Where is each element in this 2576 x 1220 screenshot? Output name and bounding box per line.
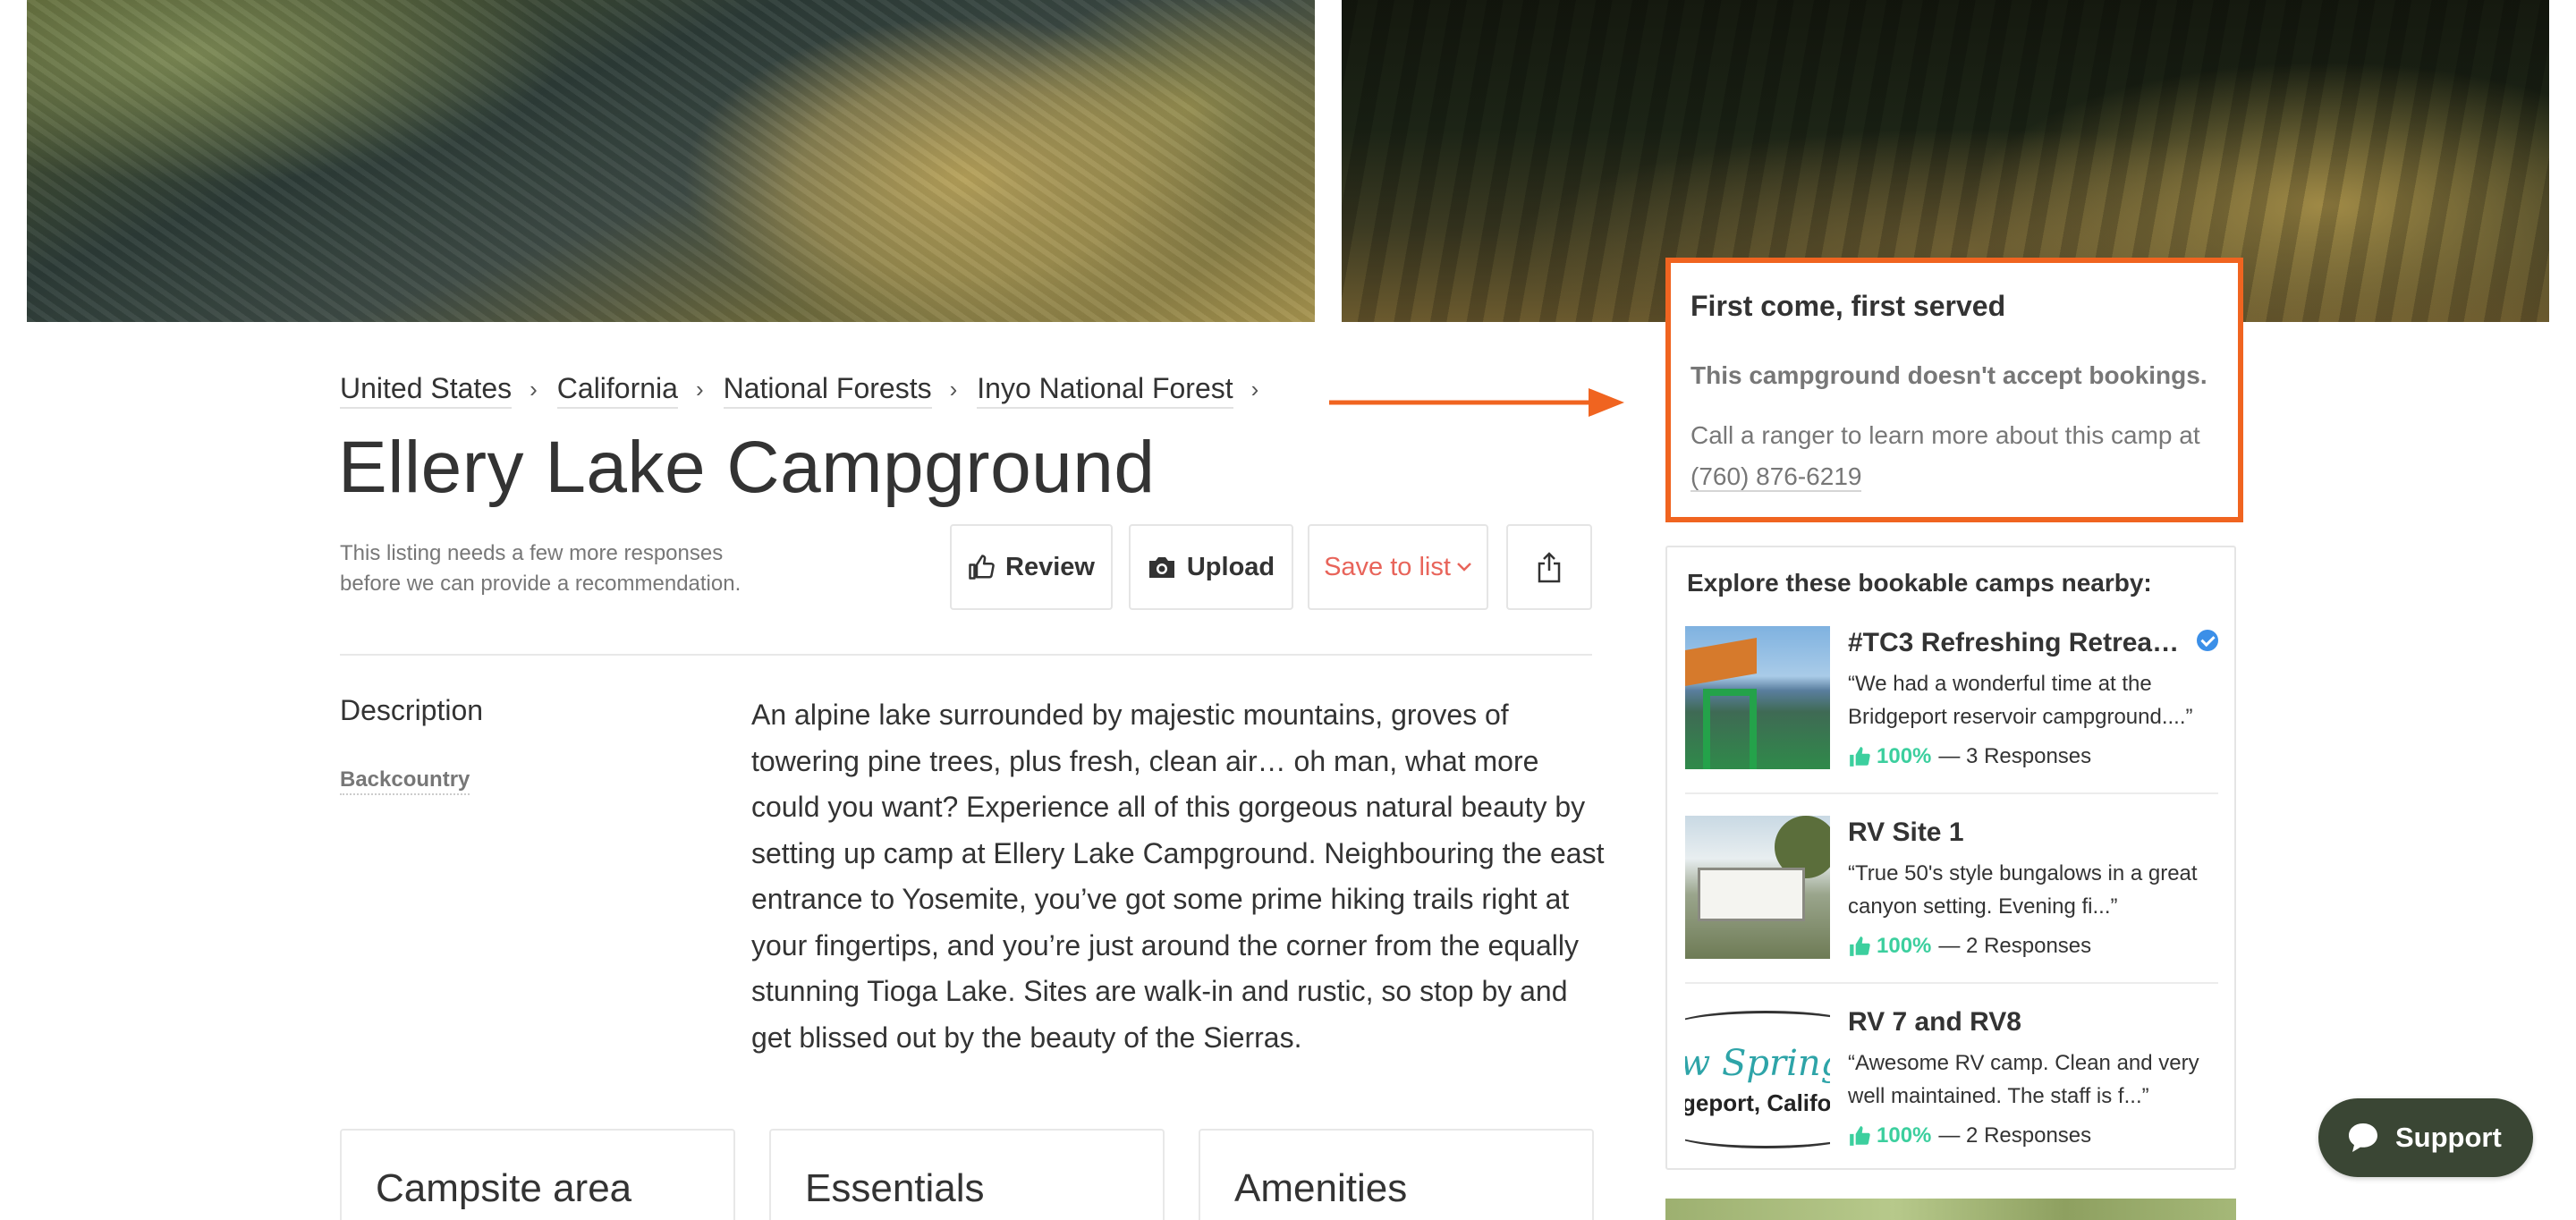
rating-percent: 100%: [1877, 934, 1932, 958]
camp-name[interactable]: #TC3 Refreshing Retreat T...: [1848, 628, 2188, 658]
card-title: Essentials: [805, 1166, 985, 1210]
description-text: An alpine lake surrounded by majestic mo…: [751, 699, 1605, 1054]
response-count: — 2 Responses: [1938, 934, 2092, 958]
upload-button[interactable]: Upload: [1129, 524, 1293, 610]
camp-rating: 100% — 2 Responses: [1848, 1123, 2091, 1148]
camp-rating: 100% — 2 Responses: [1848, 934, 2091, 959]
share-icon: [1538, 552, 1561, 583]
page: United States › California › National Fo…: [0, 0, 2576, 1220]
verified-check-icon: [2197, 630, 2218, 651]
chevron-right-icon: ›: [1250, 376, 1259, 402]
breadcrumb-national-forests[interactable]: National Forests: [723, 372, 932, 409]
response-count: — 3 Responses: [1938, 744, 2092, 768]
rating-percent: 100%: [1877, 744, 1932, 768]
support-button[interactable]: Support: [2318, 1098, 2533, 1177]
review-button-label: Review: [1005, 552, 1095, 581]
chevron-right-icon: ›: [695, 376, 704, 402]
thumbs-up-icon: [1850, 936, 1870, 956]
booking-box-title: First come, first served: [1690, 290, 2006, 322]
breadcrumb: United States › California › National Fo…: [340, 372, 1278, 409]
camp-review-quote: “Awesome RV camp. Clean and very well ma…: [1848, 1051, 2199, 1108]
chat-bubble-icon: [2349, 1123, 2377, 1152]
thumbnail-logo-text: w Springs: [1685, 1043, 1830, 1084]
save-to-list-label: Save to list: [1324, 552, 1451, 581]
nearby-camps-panel: Explore these bookable camps nearby: #TC…: [1665, 546, 2236, 1170]
ranger-phone-link[interactable]: (760) 876-6219: [1690, 462, 1862, 492]
chevron-right-icon: ›: [530, 376, 538, 402]
listing-note: This listing needs a few more responses …: [340, 541, 741, 596]
backcountry-tag[interactable]: Backcountry: [340, 767, 470, 795]
amenities-card: Amenities: [1199, 1129, 1594, 1220]
breadcrumb-united-states[interactable]: United States: [340, 372, 513, 409]
nearby-camp-item[interactable]: RV Site 1 “True 50's style bungalows in …: [1685, 816, 2218, 1002]
breadcrumb-inyo-national-forest[interactable]: Inyo National Forest: [977, 372, 1233, 409]
chevron-down-icon: [1457, 563, 1471, 572]
booking-box-subtitle: This campground doesn't accept bookings.: [1690, 361, 2207, 389]
camp-thumbnail[interactable]: [1685, 626, 1830, 769]
support-label: Support: [2395, 1122, 2502, 1153]
camp-name[interactable]: RV Site 1: [1848, 818, 2188, 848]
camp-rating: 100% — 3 Responses: [1848, 744, 2091, 769]
save-to-list-button[interactable]: Save to list: [1308, 524, 1488, 610]
divider: [340, 654, 1592, 656]
card-title: Amenities: [1234, 1166, 1408, 1210]
nearby-photo-preview[interactable]: [1665, 1199, 2236, 1220]
nearby-heading: Explore these bookable camps nearby:: [1687, 569, 2152, 597]
description-label: Description: [340, 694, 484, 726]
booking-box-message: Call a ranger to learn more about this c…: [1690, 421, 2200, 449]
thumbs-up-icon: [1850, 747, 1870, 767]
booking-info-box: First come, first served This campground…: [1665, 258, 2243, 522]
breadcrumb-california[interactable]: California: [556, 372, 678, 409]
upload-button-label: Upload: [1186, 552, 1275, 581]
hero-photo-left[interactable]: [27, 0, 1315, 322]
essentials-card: Essentials: [769, 1129, 1165, 1220]
booking-box-text: Call a ranger to learn more about this c…: [1690, 415, 2227, 497]
nearby-camp-item[interactable]: w Springs geport, Califo RV 7 and RV8 “A…: [1685, 1005, 2218, 1191]
review-button[interactable]: Review: [950, 524, 1113, 610]
camp-thumbnail[interactable]: [1685, 816, 1830, 959]
card-title: Campsite area: [376, 1166, 632, 1210]
divider: [1685, 792, 2218, 794]
response-count: — 2 Responses: [1938, 1123, 2092, 1148]
campsite-area-card: Campsite area: [340, 1129, 735, 1220]
nearby-camp-item[interactable]: #TC3 Refreshing Retreat T... “We had a w…: [1685, 626, 2218, 812]
page-title: Ellery Lake Campground: [338, 427, 1156, 508]
camp-review-quote: “True 50's style bungalows in a great ca…: [1848, 861, 2198, 919]
chevron-right-icon: ›: [949, 376, 958, 402]
annotation-arrow-icon: [1329, 388, 1624, 417]
camera-icon: [1148, 557, 1174, 578]
thumbs-up-icon: [1850, 1126, 1870, 1146]
camp-name[interactable]: RV 7 and RV8: [1848, 1007, 2188, 1038]
camp-thumbnail[interactable]: w Springs geport, Califo: [1685, 1005, 1830, 1148]
camp-review-quote: “We had a wonderful time at the Bridgepo…: [1848, 672, 2193, 729]
thumbs-up-icon: [969, 555, 995, 580]
share-button[interactable]: [1506, 524, 1592, 610]
rating-percent: 100%: [1877, 1123, 1932, 1148]
divider: [1685, 982, 2218, 984]
